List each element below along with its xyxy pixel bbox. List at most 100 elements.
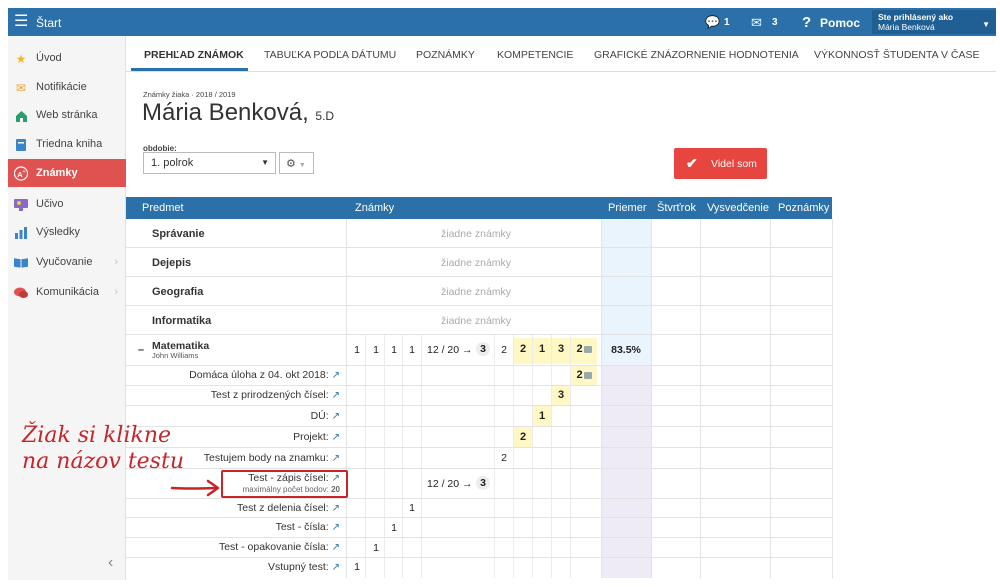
highlight-box <box>221 470 348 498</box>
start-title[interactable]: Štart <box>36 16 61 30</box>
grade[interactable]: 1 <box>407 344 417 356</box>
seen-button-label: Videl som <box>711 158 757 170</box>
grade[interactable]: 3 <box>475 342 491 356</box>
grade[interactable]: 3 <box>552 386 570 405</box>
test-link[interactable]: Vstupný test: ↗ <box>268 561 340 573</box>
tab-tabulka-podla-datumu[interactable]: TABUĽKA PODĽA DÁTUMU <box>264 49 396 61</box>
caret-down-icon: ▼ <box>298 162 306 169</box>
points-value[interactable]: 12 / 20 → <box>427 344 477 356</box>
test-link[interactable]: DÚ: ↗ <box>311 410 340 422</box>
external-link-icon: ↗ <box>331 542 340 553</box>
average-value: 83.5% <box>611 344 641 356</box>
column-header-predmet: Predmet <box>142 202 184 214</box>
tab-kompetencie[interactable]: KOMPETENCIE <box>497 49 573 61</box>
settings-dropdown-button[interactable]: ⚙ ▼ <box>279 152 314 174</box>
external-link-icon: ↗ <box>331 411 340 422</box>
collapse-sidebar-icon[interactable]: ‹ <box>108 554 113 572</box>
table-row: Správanie žiadne známky <box>126 219 832 248</box>
sidebar-item-web-stranka[interactable]: Web stránka <box>8 101 126 129</box>
grade[interactable]: 3 <box>552 338 570 364</box>
subject-name[interactable]: Dejepis <box>152 257 191 269</box>
table-row: Informatika žiadne známky <box>126 306 832 335</box>
table-row: Test z prirodzených čísel: ↗ <box>126 386 832 406</box>
subject-name[interactable]: Informatika <box>152 315 211 327</box>
tab-poznamky[interactable]: POZNÁMKY <box>416 49 475 61</box>
tab-bar: PREHĽAD ZNÁMOK TABUĽKA PODĽA DÁTUMU POZN… <box>126 36 996 72</box>
help-link[interactable]: Pomoc <box>820 16 860 30</box>
external-link-icon: ↗ <box>331 562 340 573</box>
sidebar-item-label: Triedna kniha <box>36 138 103 150</box>
sidebar-item-vyucovanie[interactable]: Vyučovanie › <box>8 248 126 276</box>
grade[interactable]: 2 <box>514 427 532 447</box>
grade[interactable]: 2 <box>514 338 532 364</box>
grade[interactable]: 1 <box>389 522 399 534</box>
student-name: Mária Benková, <box>142 99 309 126</box>
annotation-line2: na názov testu <box>22 449 184 474</box>
page-title: Mária Benková, 5.D <box>142 99 334 127</box>
grade[interactable]: 1 <box>533 406 551 426</box>
user-menu[interactable]: Ste prihlásený ako Mária Benková ▼ <box>872 10 996 34</box>
tab-graficke-znazornenie[interactable]: GRAFICKÉ ZNÁZORNENIE HODNOTENIA <box>594 49 799 61</box>
period-value: 1. polrok <box>151 157 194 169</box>
column-header-poznamky: Poznámky <box>778 202 830 214</box>
test-label: Projekt: <box>293 431 329 443</box>
sidebar-item-notifikacie[interactable]: ✉ Notifikácie <box>8 73 126 101</box>
test-link[interactable]: Test - opakovanie čísla: ↗ <box>219 541 340 553</box>
sidebar-item-znamky[interactable]: A + Známky <box>8 159 126 187</box>
sidebar-item-komunikacia[interactable]: Komunikácia › <box>8 278 126 306</box>
sidebar-item-label: Notifikácie <box>36 81 87 93</box>
chat-icon[interactable]: 💬 <box>705 15 720 29</box>
grade-circle: 3 <box>476 342 490 356</box>
seen-button[interactable]: ✔ Videl som <box>674 148 767 179</box>
grade[interactable]: 1 <box>533 338 551 364</box>
grade[interactable]: 1 <box>352 344 362 356</box>
sidebar-item-label: Komunikácia <box>36 286 99 298</box>
table-row: DÚ: ↗ <box>126 406 832 427</box>
subject-name[interactable]: Správanie <box>152 228 205 240</box>
test-link[interactable]: Testujem body na znamku: ↗ <box>204 452 340 464</box>
grade[interactable]: 1 <box>407 502 417 514</box>
test-link[interactable]: Test - čísla: ↗ <box>276 521 340 533</box>
subject-name[interactable]: Geografia <box>152 286 203 298</box>
grade[interactable]: 3 <box>475 476 491 490</box>
tab-vykonnost-studenta[interactable]: VÝKONNOSŤ ŠTUDENTA V ČASE <box>814 49 980 61</box>
grade[interactable]: 1 <box>352 561 362 573</box>
sidebar-item-vysledky[interactable]: Výsledky <box>8 218 126 246</box>
grade[interactable]: 1 <box>389 344 399 356</box>
grade[interactable]: 2 <box>571 338 597 364</box>
no-grades-text: žiadne známky <box>441 257 512 269</box>
grade[interactable]: 2 <box>499 344 509 356</box>
sidebar-item-uvod[interactable]: ★ Úvod <box>8 44 126 72</box>
no-grades-text: žiadne známky <box>441 228 512 240</box>
gear-icon: ⚙ <box>286 158 296 170</box>
grade[interactable]: 1 <box>371 542 381 554</box>
grade-value: 2 <box>576 369 583 381</box>
test-link[interactable]: Projekt: ↗ <box>293 431 340 443</box>
points-value[interactable]: 12 / 20 → <box>427 478 477 490</box>
sidebar-item-triedna-kniha[interactable]: Triedna kniha <box>8 130 126 158</box>
collapse-toggle[interactable]: – <box>138 344 144 356</box>
table-row: Test - čísla: ↗ <box>126 518 832 538</box>
grade-circle: 3 <box>476 476 490 490</box>
sidebar-item-label: Úvod <box>36 52 62 64</box>
test-link[interactable]: Test z prirodzených čísel: ↗ <box>211 389 340 401</box>
chevron-right-icon: › <box>114 256 118 268</box>
test-link[interactable]: Test z delenia čísel: ↗ <box>237 502 340 514</box>
column-header-vysvedcenie: Vysvedčenie <box>707 202 769 214</box>
sidebar-item-ucivo[interactable]: Učivo <box>8 190 126 218</box>
sidebar-item-label: Výsledky <box>36 226 81 238</box>
period-select[interactable]: 1. polrok ▼ <box>143 152 276 174</box>
open-book-icon <box>14 256 28 269</box>
grade[interactable]: 2 <box>499 452 509 464</box>
note-icon <box>583 345 592 353</box>
test-label: Test - čísla: <box>275 521 329 533</box>
grade[interactable]: 2 <box>571 366 597 385</box>
chat-count: 1 <box>724 17 730 28</box>
grade[interactable]: 1 <box>371 344 381 356</box>
test-link[interactable]: Domáca úloha z 04. okt 2018: ↗ <box>189 369 340 381</box>
hamburger-icon[interactable]: ☰ <box>14 14 28 30</box>
tab-prehlad-znamok[interactable]: PREHĽAD ZNÁMOK <box>144 49 244 61</box>
envelope-icon[interactable]: ✉ <box>751 15 762 31</box>
help-icon[interactable]: ? <box>802 14 811 31</box>
annotation-arrow-icon <box>170 479 220 497</box>
